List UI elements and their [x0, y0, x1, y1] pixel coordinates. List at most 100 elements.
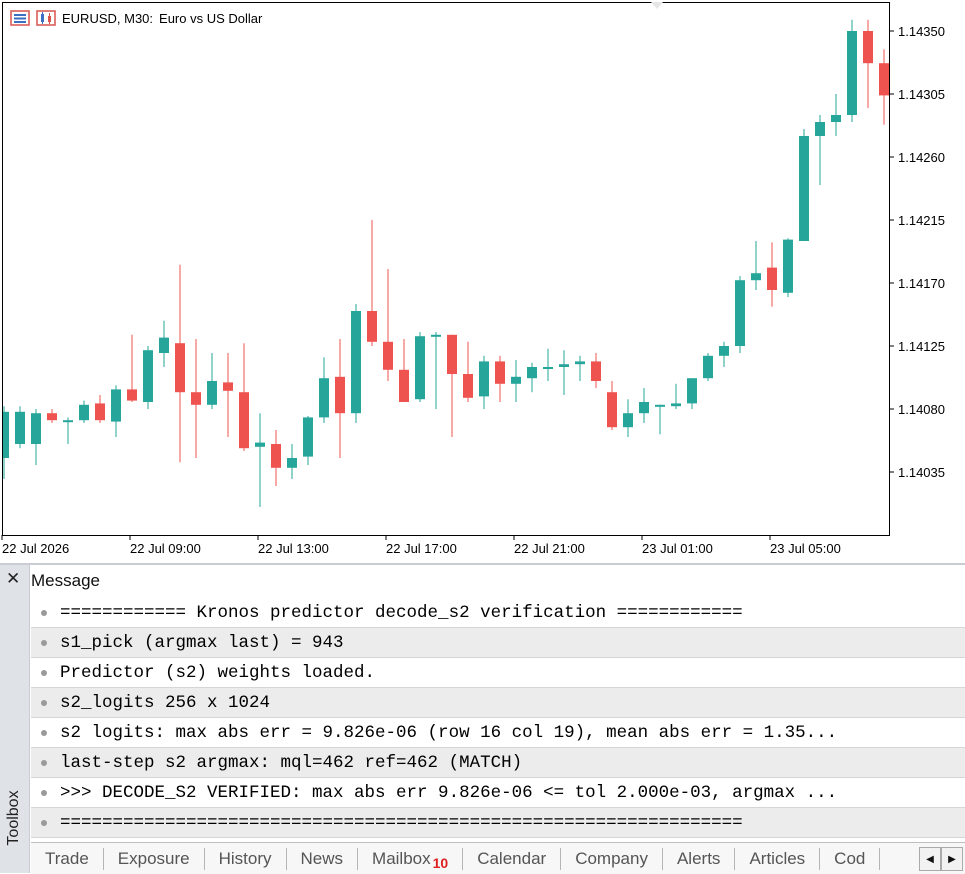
candle-body — [527, 367, 537, 379]
candle-body — [3, 411, 9, 458]
chart-description: Euro vs US Dollar — [159, 10, 263, 26]
candle-body — [399, 369, 409, 402]
candle[interactable] — [15, 406, 25, 449]
scroll-left-button[interactable]: ◀ — [919, 847, 941, 871]
candle-body — [447, 334, 457, 374]
candle-body — [143, 350, 153, 402]
tab-cod[interactable]: Cod — [820, 847, 881, 870]
candle-body — [271, 444, 281, 468]
candle-body — [127, 389, 137, 401]
tab-label: Alerts — [676, 848, 721, 868]
tab-label: Trade — [45, 848, 89, 868]
bullet-icon — [41, 819, 47, 826]
message-row[interactable]: Predictor (s2) weights loaded. — [31, 658, 965, 688]
candle-body — [463, 374, 473, 398]
tab-company[interactable]: Company — [561, 847, 663, 870]
candle-body — [879, 63, 889, 96]
message-row[interactable]: >>> DECODE_S2 VERIFIED: max abs err 9.82… — [31, 778, 965, 808]
message-column-header[interactable]: Message — [31, 571, 100, 591]
message-row[interactable]: s2 logits: max abs err = 9.826e-06 (row … — [31, 718, 965, 748]
chart-window[interactable]: 1.14350 1.14305 1.14260 1.14215 1.14170 1.141… — [0, 0, 965, 563]
y-tick-label: 1.14170 — [898, 276, 945, 291]
tab-label: Calendar — [477, 848, 547, 868]
tab-label: Mailbox — [372, 848, 431, 868]
x-tick-label: 23 Jul 05:00 — [770, 541, 841, 556]
message-row[interactable]: s1_pick (argmax last) = 943 — [31, 628, 965, 658]
tab-history[interactable]: History — [205, 847, 287, 870]
bullet-icon — [41, 729, 47, 736]
chart-symbol-bar: EURUSD, M30: Euro vs US Dollar — [10, 9, 262, 27]
tab-trade[interactable]: Trade — [31, 847, 104, 870]
message-text: ============ Kronos predictor decode_s2 … — [60, 602, 743, 623]
candle[interactable] — [735, 276, 745, 353]
trade-panel-icon[interactable] — [10, 10, 30, 26]
x-tick-label: 22 Jul 21:00 — [514, 541, 585, 556]
candle[interactable] — [703, 353, 713, 381]
toolbox-sidebar: ✕ Toolbox — [0, 565, 30, 873]
close-icon[interactable]: ✕ — [6, 569, 20, 589]
candle[interactable] — [351, 304, 361, 423]
message-text: s2_logits 256 x 1024 — [60, 692, 271, 713]
candle-body — [623, 413, 633, 428]
tab-label: Company — [575, 848, 648, 868]
candle[interactable] — [783, 238, 793, 297]
tab-articles[interactable]: Articles — [735, 847, 821, 870]
message-row[interactable]: ============ Kronos predictor decode_s2 … — [31, 598, 965, 628]
chart-type-icon[interactable] — [36, 10, 56, 26]
tab-label: Cod — [834, 848, 866, 868]
candle-body — [543, 367, 553, 369]
candle-body — [367, 311, 377, 342]
message-list[interactable]: ============ Kronos predictor decode_s2 … — [31, 598, 965, 838]
candle-body — [31, 413, 41, 444]
bullet-icon — [41, 789, 47, 796]
candle-body — [15, 411, 25, 444]
tab-label: History — [218, 848, 272, 868]
candle-body — [815, 122, 825, 136]
candle-body — [303, 417, 313, 457]
tab-mailbox[interactable]: Mailbox 10 — [358, 847, 464, 871]
tab-scroll-buttons: ◀ ▶ — [919, 847, 963, 871]
tab-alerts[interactable]: Alerts — [663, 847, 736, 870]
candle-body — [415, 336, 425, 400]
candle-body — [351, 311, 361, 414]
candle[interactable] — [847, 19, 857, 122]
message-row[interactable]: s2_logits 256 x 1024 — [31, 688, 965, 718]
candle-body — [383, 341, 393, 370]
tab-calendar[interactable]: Calendar — [463, 847, 562, 870]
candle-body — [799, 136, 809, 241]
candle-body — [223, 382, 233, 391]
candle-body — [751, 273, 761, 281]
candle-body — [239, 392, 249, 449]
candle[interactable] — [415, 332, 425, 402]
candle[interactable] — [143, 346, 153, 409]
candle-body — [319, 378, 329, 418]
x-tick-label: 22 Jul 2026 — [2, 541, 69, 556]
scroll-right-button[interactable]: ▶ — [941, 847, 963, 871]
candle[interactable] — [799, 129, 809, 241]
y-tick-label: 1.14035 — [898, 465, 945, 480]
tab-news[interactable]: News — [287, 847, 359, 870]
candle-body — [783, 239, 793, 293]
tab-label: News — [300, 848, 344, 868]
candle-body — [175, 343, 185, 393]
tab-exposure[interactable]: Exposure — [104, 847, 205, 870]
candle-body — [63, 420, 73, 423]
chart-symbol: EURUSD, M30: — [62, 10, 154, 26]
x-tick-label: 22 Jul 09:00 — [130, 541, 201, 556]
message-text: s2 logits: max abs err = 9.826e-06 (row … — [60, 722, 838, 743]
candle-body — [687, 378, 697, 404]
candle-body — [575, 361, 585, 365]
candle-body — [655, 404, 665, 407]
candle-body — [95, 403, 105, 421]
mailbox-count-badge: 10 — [432, 854, 449, 871]
y-tick-label: 1.14215 — [898, 213, 945, 228]
bullet-icon — [41, 759, 47, 766]
message-row[interactable]: last-step s2 argmax: mql=462 ref=462 (MA… — [31, 748, 965, 778]
message-row[interactable]: ========================================… — [31, 808, 965, 838]
candle-body — [79, 404, 89, 421]
candle-body — [639, 402, 649, 414]
candle-body — [591, 361, 601, 381]
price-chart[interactable]: 1.14350 1.14305 1.14260 1.14215 1.14170 1.141… — [0, 0, 965, 563]
message-text: ========================================… — [60, 812, 743, 833]
candle-body — [719, 346, 729, 356]
